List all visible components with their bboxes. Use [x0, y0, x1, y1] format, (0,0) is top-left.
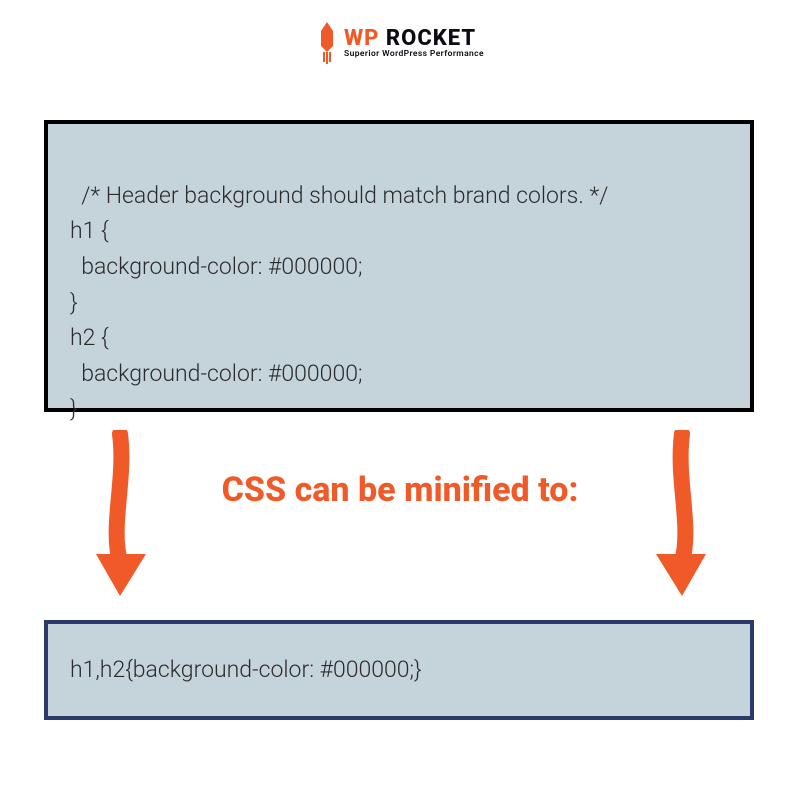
css-after-box: h1,h2{background-color: #000000;} — [44, 620, 754, 720]
wp-rocket-logo: WP ROCKET Superior WordPress Performance — [0, 0, 800, 64]
css-after-code: h1,h2{background-color: #000000;} — [70, 652, 422, 688]
arrow-down-icon — [90, 430, 152, 604]
minify-caption: CSS can be minified to: — [0, 470, 800, 510]
logo-wp: WP — [344, 26, 379, 51]
css-before-box: /* Header background should match brand … — [44, 120, 754, 412]
css-before-code: /* Header background should match brand … — [70, 182, 608, 423]
logo-text: WP ROCKET Superior WordPress Performance — [344, 27, 484, 59]
logo-rocket: ROCKET — [379, 26, 476, 51]
arrow-down-icon — [650, 430, 712, 604]
rocket-icon — [316, 22, 338, 64]
logo-tagline: Superior WordPress Performance — [344, 50, 484, 59]
